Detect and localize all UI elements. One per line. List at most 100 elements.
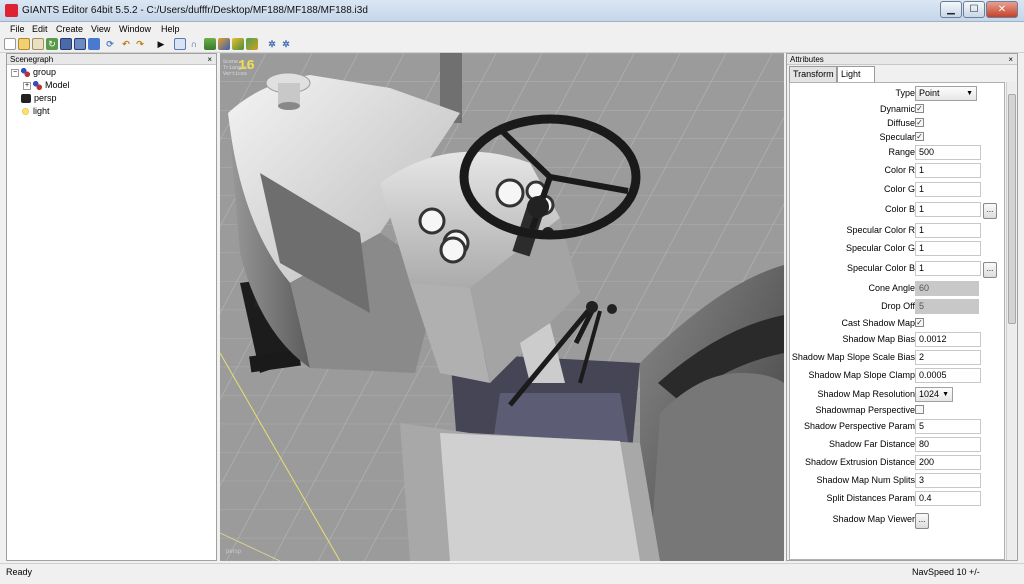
prop-label-type: Type xyxy=(895,88,915,98)
prop-row-specular: Specular ✓ xyxy=(790,130,1004,146)
light-properties: Type Point ▼ Dynamic ✓ Diffuse ✓ Specular ✓ Range… xyxy=(789,82,1005,560)
chevron-down-icon: ▼ xyxy=(966,90,973,97)
prop-label-shadowmap-perspective: Shadowmap Perspective xyxy=(815,405,915,415)
scenegraph-close-icon[interactable]: × xyxy=(207,54,212,65)
chevron-down-icon: ▼ xyxy=(942,391,949,398)
prop-row-color-g: Color G1 xyxy=(790,182,1004,198)
prop-browse-button-specular-color-b[interactable]: ... xyxy=(983,262,997,278)
prop-row-color-r: Color R1 xyxy=(790,163,1004,179)
prop-field-shadow-map-slope-clamp[interactable]: 0.0005 xyxy=(915,368,981,383)
app-icon xyxy=(5,4,18,17)
prop-field-shadow-map-bias[interactable]: 0.0012 xyxy=(915,332,981,347)
magnet-icon[interactable]: ∩ xyxy=(188,38,200,50)
import-icon[interactable] xyxy=(32,38,44,50)
refresh-icon[interactable]: ↻ xyxy=(46,38,58,50)
prop-label-shadow-map-slope-clamp: Shadow Map Slope Clamp xyxy=(808,370,915,380)
prop-browse-button-color-b[interactable]: ... xyxy=(983,203,997,219)
menu-window[interactable]: Window xyxy=(119,24,151,34)
prop-label-range: Range xyxy=(888,147,915,157)
menu-help[interactable]: Help xyxy=(161,24,180,34)
prop-label-dynamic: Dynamic xyxy=(879,104,915,114)
tree-item-label: group xyxy=(33,67,57,77)
save-icon[interactable] xyxy=(60,38,72,50)
prop-field-shadow-map-num-splits[interactable]: 3 xyxy=(915,473,981,488)
save-as-icon[interactable] xyxy=(74,38,86,50)
prop-select-type[interactable]: Point ▼ xyxy=(915,86,977,101)
select-tool-icon[interactable] xyxy=(174,38,186,50)
prop-field-split-distances-param[interactable]: 0.4 xyxy=(915,491,981,506)
tree-item-group[interactable]: − group xyxy=(11,66,56,79)
prop-checkbox-shadowmap-perspective[interactable] xyxy=(915,405,924,414)
redo-icon[interactable]: ↷ xyxy=(134,38,146,50)
prop-field-color-g[interactable]: 1 xyxy=(915,182,981,197)
prop-label-shadow-extrusion-distance: Shadow Extrusion Distance xyxy=(804,457,915,467)
menu-file[interactable]: File xyxy=(10,24,25,34)
new-file-icon[interactable] xyxy=(4,38,16,50)
paint-icon[interactable] xyxy=(218,38,230,50)
prop-field-color-r[interactable]: 1 xyxy=(915,163,981,178)
prop-label-drop-off: Drop Off xyxy=(881,301,915,311)
prop-label-shadow-map-resolution: Shadow Map Resolution xyxy=(817,389,915,399)
collapse-icon[interactable]: − xyxy=(11,68,19,77)
scripts-gear-icon[interactable]: ✲ xyxy=(280,38,292,50)
expand-icon[interactable]: + xyxy=(23,81,31,90)
prop-row-shadow-extrusion-distance: Shadow Extrusion Distance 200 xyxy=(790,455,1004,471)
export-icon[interactable] xyxy=(88,38,100,50)
prop-label-shadow-map-viewer: Shadow Map Viewer xyxy=(832,514,915,524)
prop-button-shadow-map-viewer[interactable]: ... xyxy=(915,513,929,529)
viewport-scene: Scene Triangles Vertices 16 persp xyxy=(220,53,784,561)
prop-label-specular: Specular xyxy=(879,132,915,142)
prop-field-shadow-extrusion-distance[interactable]: 200 xyxy=(915,455,981,470)
open-folder-icon[interactable] xyxy=(18,38,30,50)
prop-select-shadow-map-resolution[interactable]: 1024 ▼ xyxy=(915,387,953,402)
tab-light[interactable]: Light xyxy=(837,66,875,83)
tab-transform[interactable]: Transform xyxy=(789,66,837,82)
prop-checkbox-specular[interactable]: ✓ xyxy=(915,132,924,141)
tree-item-persp[interactable]: persp xyxy=(21,92,57,105)
menu-edit[interactable]: Edit xyxy=(32,24,48,34)
camera-icon xyxy=(21,94,31,104)
prop-label-shadow-far-distance: Shadow Far Distance xyxy=(828,439,915,449)
prop-row-shadow-far-distance: Shadow Far Distance 80 xyxy=(790,437,1004,453)
terrain-icon[interactable] xyxy=(204,38,216,50)
scrollbar-thumb[interactable] xyxy=(1008,94,1016,324)
maximize-button[interactable]: ☐ xyxy=(963,1,985,18)
prop-field-range[interactable]: 500 xyxy=(915,145,981,160)
tree-item-light[interactable]: light xyxy=(21,105,50,118)
tree-item-label: persp xyxy=(34,93,57,103)
prop-label-cone-angle: Cone Angle xyxy=(868,283,915,293)
viewport-3d[interactable]: Scene Triangles Vertices 16 persp xyxy=(220,53,784,561)
prop-row-shadow-map-bias: Shadow Map Bias 0.0012 xyxy=(790,332,1004,348)
menu-create[interactable]: Create xyxy=(56,24,83,34)
group-icon xyxy=(21,68,30,78)
decal-icon[interactable] xyxy=(246,38,258,50)
prop-field-shadow-perspective-param[interactable]: 5 xyxy=(915,419,981,434)
prop-field-specular-color-g[interactable]: 1 xyxy=(915,241,981,256)
undo-icon[interactable]: ↶ xyxy=(120,38,132,50)
fps-counter: 16 xyxy=(238,58,255,74)
prop-field-shadow-map-slope-scale-bias[interactable]: 2 xyxy=(915,350,981,365)
tree-item-label: light xyxy=(33,106,50,116)
reload-icon[interactable]: ⟳ xyxy=(104,38,116,50)
foliage-icon[interactable] xyxy=(232,38,244,50)
attributes-scrollbar[interactable] xyxy=(1006,82,1016,560)
prop-checkbox-cast-shadow-map[interactable]: ✓ xyxy=(915,318,924,327)
menu-view[interactable]: View xyxy=(91,24,110,34)
settings-gear-icon[interactable]: ✲ xyxy=(266,38,278,50)
tree-item-label: Model xyxy=(45,80,70,90)
prop-row-range: Range 500 xyxy=(790,145,1004,161)
play-icon[interactable]: ▶ xyxy=(155,38,167,50)
prop-field-shadow-far-distance[interactable]: 80 xyxy=(915,437,981,452)
prop-label-diffuse: Diffuse xyxy=(887,118,915,128)
prop-field-color-b[interactable]: 1 xyxy=(915,202,981,217)
title-bar: GIANTS Editor 64bit 5.5.2 - C:/Users/duf… xyxy=(0,0,1024,22)
close-button[interactable]: ✕ xyxy=(986,1,1018,18)
attributes-close-icon[interactable]: × xyxy=(1008,54,1013,65)
prop-checkbox-dynamic[interactable]: ✓ xyxy=(915,104,924,113)
tree-item-model[interactable]: + Model xyxy=(23,79,70,92)
prop-row-shadow-map-viewer: Shadow Map Viewer... xyxy=(790,512,1004,529)
prop-checkbox-diffuse[interactable]: ✓ xyxy=(915,118,924,127)
prop-field-specular-color-r[interactable]: 1 xyxy=(915,223,981,238)
minimize-button[interactable]: ▁ xyxy=(940,1,962,18)
prop-field-specular-color-b[interactable]: 1 xyxy=(915,261,981,276)
